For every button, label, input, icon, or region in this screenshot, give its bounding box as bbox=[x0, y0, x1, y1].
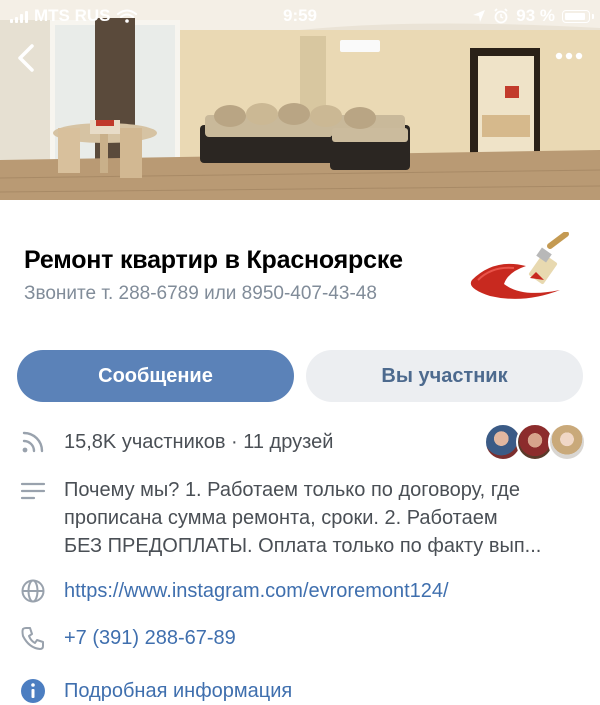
globe-icon bbox=[21, 579, 45, 603]
group-title: Ремонт квартир в Красноярске bbox=[24, 246, 403, 274]
ellipsis-icon bbox=[555, 52, 583, 60]
lines-icon bbox=[20, 482, 46, 500]
rss-icon bbox=[22, 431, 44, 453]
phone-icon bbox=[21, 627, 44, 650]
chevron-left-icon bbox=[18, 44, 34, 72]
info-icon bbox=[21, 679, 45, 703]
battery-percent: 93 % bbox=[516, 6, 555, 25]
description-text: Почему мы? 1. Работаем только по договор… bbox=[64, 476, 584, 560]
alarm-icon bbox=[494, 8, 508, 24]
friend-avatar bbox=[548, 423, 586, 461]
status-bar: MTS RUS 9:59 93 % bbox=[0, 0, 600, 32]
description-line: прописана сумма ремонта, сроки. 2. Работ… bbox=[64, 507, 498, 529]
battery-icon bbox=[562, 9, 594, 23]
battery-level bbox=[565, 12, 585, 20]
status-right: 93 % bbox=[472, 6, 594, 26]
more-info-link[interactable]: Подробная информация bbox=[64, 677, 292, 705]
description-line: Почему мы? 1. Работаем только по договор… bbox=[64, 479, 520, 501]
phone-link[interactable]: +7 (391) 288-67-89 bbox=[64, 624, 236, 652]
message-button[interactable]: Сообщение bbox=[17, 350, 294, 402]
members-count: 15,8K участников · 11 друзей bbox=[64, 431, 334, 453]
friends-avatars[interactable] bbox=[484, 423, 586, 461]
member-status-button[interactable]: Вы участник bbox=[306, 350, 583, 402]
more-button[interactable] bbox=[552, 44, 586, 68]
location-arrow-icon bbox=[473, 10, 486, 22]
back-button[interactable] bbox=[10, 38, 46, 78]
website-link[interactable]: https://www.instagram.com/evroremont124/ bbox=[64, 577, 449, 605]
description-line: БЕЗ ПРЕДОПЛАТЫ. Оплата только по факту в… bbox=[64, 535, 542, 557]
group-avatar-logo[interactable] bbox=[464, 232, 580, 304]
group-subtitle: Звоните т. 288-6789 или 8950-407-43-48 bbox=[24, 283, 377, 304]
